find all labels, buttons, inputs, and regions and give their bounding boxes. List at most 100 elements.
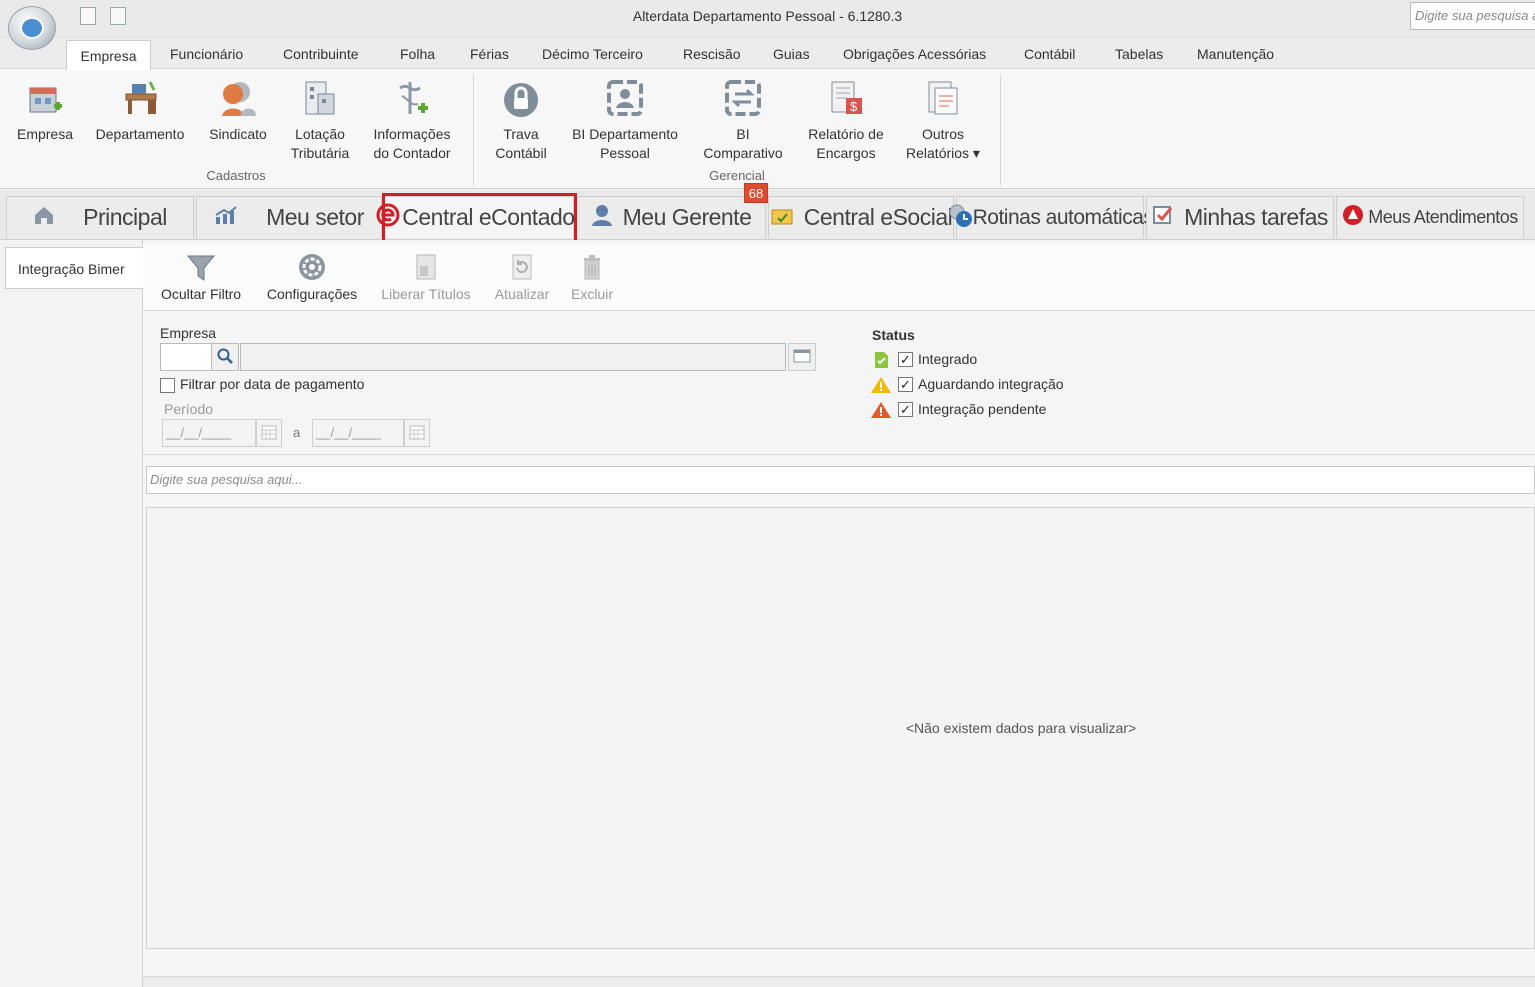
date-separator: a xyxy=(293,425,301,440)
window-title: Alterdata Departamento Pessoal - 6.1280.… xyxy=(632,8,903,24)
integrado-label: Integrado xyxy=(918,351,978,367)
menu-item-rescisao[interactable]: Rescisão xyxy=(683,46,741,62)
ribbon-informacoes-contador-button[interactable]: Informações do Contador xyxy=(364,76,460,163)
gear-icon xyxy=(297,252,327,282)
support-icon xyxy=(1342,204,1364,231)
footer-bar xyxy=(143,976,1535,987)
toolbar-label: Excluir xyxy=(570,286,613,302)
menu-item-contabil[interactable]: Contábil xyxy=(1024,46,1075,62)
menu-item-manutencao[interactable]: Manutenção xyxy=(1197,46,1274,62)
menu-item-contribuinte[interactable]: Contribuinte xyxy=(283,46,359,62)
tab-rotinas-automaticas[interactable]: Rotinas automáticas xyxy=(949,196,1154,238)
integrado-status-icon xyxy=(873,351,889,372)
empresa-label: Empresa xyxy=(160,325,217,341)
aguardando-checkbox[interactable]: ✓ xyxy=(898,377,913,392)
refresh-icon xyxy=(507,252,537,282)
ribbon-label: Relatórios ▾ xyxy=(906,145,980,161)
tab-meu-gerente[interactable]: Meu Gerente xyxy=(576,196,766,238)
person-icon xyxy=(591,204,613,232)
chart-icon xyxy=(214,204,238,231)
tab-central-esocial[interactable]: Central eSocial xyxy=(768,196,954,238)
filtrar-data-checkbox[interactable] xyxy=(160,378,175,393)
menu-item-ferias[interactable]: Férias xyxy=(470,46,509,62)
excluir-button[interactable]: Excluir xyxy=(566,252,618,302)
report-money-icon: $ xyxy=(826,76,866,120)
tab-meus-atendimentos[interactable]: Meus Atendimentos xyxy=(1336,196,1524,238)
app-menu-orb[interactable] xyxy=(8,6,56,50)
calendar-icon xyxy=(409,424,425,443)
ribbon-empresa-button[interactable]: Empresa xyxy=(8,76,82,144)
ribbon-label: Informações xyxy=(373,126,451,142)
ribbon-label: Comparativo xyxy=(703,145,783,161)
trash-icon xyxy=(577,252,607,282)
configuracoes-button[interactable]: Configurações xyxy=(262,252,362,302)
menu-item-tabelas[interactable]: Tabelas xyxy=(1115,46,1163,62)
ribbon-label: Outros xyxy=(921,126,964,142)
aguardando-label: Aguardando integração xyxy=(918,376,1064,392)
global-search-input[interactable]: Digite sua pesquisa aqui... xyxy=(1410,2,1535,30)
ribbon-label: Trava xyxy=(503,126,539,142)
ribbon-label: BI xyxy=(736,126,750,142)
bi-person-icon xyxy=(605,76,645,120)
grid-search-input[interactable]: Digite sua pesquisa aqui... xyxy=(146,466,1535,494)
status-title: Status xyxy=(872,327,915,343)
tab-label: Central eContador xyxy=(402,204,582,230)
tab-label: Meu setor xyxy=(266,204,364,230)
menu-item-guias[interactable]: Guias xyxy=(773,46,810,62)
menu-item-funcionario[interactable]: Funcionário xyxy=(170,46,243,62)
tab-principal[interactable]: Principal xyxy=(6,196,194,238)
pendente-checkbox[interactable]: ✓ xyxy=(898,402,913,417)
empresa-search-button[interactable] xyxy=(211,343,239,371)
tab-central-econtador[interactable]: Central eContador xyxy=(376,196,582,238)
ribbon-label: Sindicato xyxy=(209,126,267,142)
integrado-checkbox[interactable]: ✓ xyxy=(898,352,913,367)
ribbon-label: Empresa xyxy=(16,126,74,142)
ribbon-label: Encargos xyxy=(816,145,876,161)
ribbon-group-label: Cadastros xyxy=(206,168,266,183)
date-to-input[interactable]: __/__/____ xyxy=(312,419,404,447)
toolbar-label: Configurações xyxy=(266,286,358,302)
warning-icon xyxy=(870,376,892,397)
folder-icon xyxy=(770,204,794,232)
nav-item-integracao-bimer[interactable]: Integração Bimer xyxy=(5,247,143,289)
ribbon-bi-departamento-button[interactable]: BI Departamento Pessoal xyxy=(564,76,686,163)
ribbon-lotacao-button[interactable]: Lotação Tributária xyxy=(282,76,358,163)
left-panel xyxy=(0,240,143,987)
ribbon-label: BI Departamento xyxy=(572,126,678,142)
ribbon-bi-comparativo-button[interactable]: BI Comparativo xyxy=(696,76,790,163)
app-logo-icon xyxy=(20,17,44,39)
ribbon-outros-relatorios-button[interactable]: Outros Relatórios ▾ xyxy=(898,76,988,163)
liberar-titulos-button[interactable]: Liberar Títulos xyxy=(378,252,474,302)
tab-meu-setor[interactable]: Meu setor xyxy=(196,196,382,238)
ocultar-filtro-button[interactable]: Ocultar Filtro xyxy=(156,252,246,302)
ribbon-label: Lotação xyxy=(295,126,345,142)
ribbon-label: do Contador xyxy=(373,145,451,161)
tab-minhas-tarefas[interactable]: Minhas tarefas xyxy=(1146,196,1334,238)
menu-item-obrigacoes[interactable]: Obrigações Acessórias xyxy=(843,46,986,62)
filtrar-data-label: Filtrar por data de pagamento xyxy=(180,376,365,392)
ribbon-label: Contábil xyxy=(495,145,547,161)
building-add-icon xyxy=(25,76,65,120)
svg-text:$: $ xyxy=(850,99,858,114)
toolbar-label: Liberar Títulos xyxy=(381,286,471,302)
atualizar-button[interactable]: Atualizar xyxy=(490,252,554,302)
date-to-picker[interactable] xyxy=(404,419,430,447)
menu-item-empresa[interactable]: Empresa xyxy=(66,40,151,70)
menu-item-decimo-terceiro[interactable]: Décimo Terceiro xyxy=(542,46,643,62)
ribbon-trava-contabil-button[interactable]: Trava Contábil xyxy=(484,76,558,163)
empresa-code-input[interactable] xyxy=(160,343,212,371)
ribbon-sindicato-button[interactable]: Sindicato xyxy=(200,76,276,144)
calendar-icon xyxy=(261,424,277,443)
ribbon-relatorio-encargos-button[interactable]: $ Relatório de Encargos xyxy=(800,76,892,163)
bi-compare-icon xyxy=(723,76,763,120)
empresa-list-button[interactable] xyxy=(788,343,816,371)
empty-message: <Não existem dados para visualizar> xyxy=(905,720,1137,736)
pendente-label: Integração pendente xyxy=(918,401,1047,417)
date-from-picker[interactable] xyxy=(256,419,282,447)
ribbon-departamento-button[interactable]: Departamento xyxy=(90,76,190,144)
ribbon-label: Departamento xyxy=(95,126,185,142)
caduceus-add-icon xyxy=(392,76,432,120)
people-icon xyxy=(218,76,258,120)
date-from-input[interactable]: __/__/____ xyxy=(162,419,256,447)
menu-item-folha[interactable]: Folha xyxy=(400,46,435,62)
